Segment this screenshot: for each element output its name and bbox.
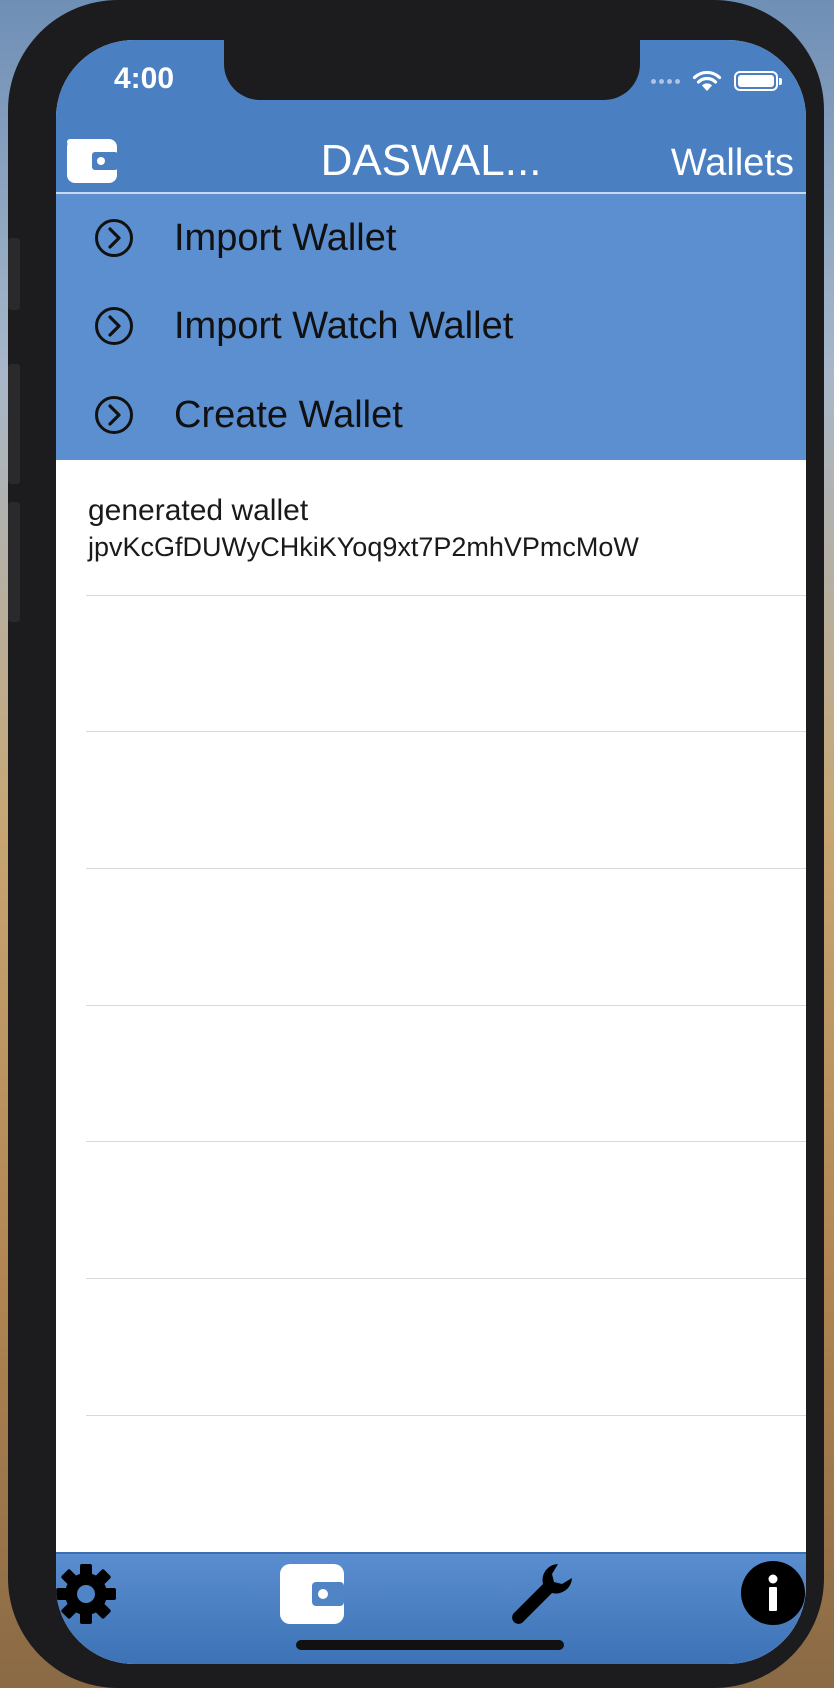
empty-row (56, 733, 806, 869)
import-watch-wallet-item[interactable]: Import Watch Wallet (56, 282, 806, 370)
status-time: 4:00 (114, 62, 175, 95)
empty-row (56, 596, 806, 732)
import-watch-wallet-label: Import Watch Wallet (174, 304, 514, 347)
import-wallet-item[interactable]: Import Wallet (56, 194, 806, 282)
wallets-button[interactable]: Wallets (671, 142, 794, 185)
tab-tools[interactable] (508, 1560, 578, 1635)
wallet-name: generated wallet (88, 494, 309, 527)
create-wallet-label: Create Wallet (174, 393, 403, 436)
device-frame: 4:00 DASWAL... Wallets Import Wallet Imp… (8, 0, 824, 1688)
home-indicator (296, 1640, 564, 1650)
chevron-right-circle-icon (95, 396, 133, 434)
navigation-bar: 4:00 DASWAL... Wallets (56, 40, 806, 194)
gear-icon (56, 1564, 116, 1624)
chevron-right-circle-icon (95, 219, 133, 257)
row-separator (86, 1141, 806, 1142)
empty-row (56, 1280, 806, 1416)
wallet-row[interactable]: generated wallet jpvKcGfDUWyCHkiKYoq9xt7… (56, 460, 806, 596)
battery-icon (734, 71, 782, 91)
row-separator (86, 1415, 806, 1416)
tab-bar-border (56, 1552, 806, 1554)
row-separator (86, 868, 806, 869)
wallet-list: generated wallet jpvKcGfDUWyCHkiKYoq9xt7… (56, 460, 806, 1552)
status-indicators (651, 70, 782, 92)
empty-row (56, 1143, 806, 1279)
tab-wallets[interactable] (278, 1562, 346, 1631)
wallet-actions-menu: Import Wallet Import Watch Wallet Create… (56, 194, 806, 460)
import-wallet-label: Import Wallet (174, 216, 397, 259)
wifi-icon (692, 70, 722, 91)
mute-switch (8, 238, 20, 310)
tab-settings[interactable] (56, 1562, 118, 1631)
wrench-icon (512, 1564, 572, 1624)
empty-row (56, 1006, 806, 1142)
empty-row (56, 870, 806, 1006)
screen: 4:00 DASWAL... Wallets Import Wallet Imp… (56, 40, 806, 1664)
volume-up-button (8, 364, 20, 484)
wallet-address: jpvKcGfDUWyCHkiKYoq9xt7P2mhVPmcMoW (88, 532, 639, 562)
row-separator (86, 731, 806, 732)
volume-down-button (8, 502, 20, 622)
info-icon (741, 1561, 805, 1625)
wallet-icon (280, 1564, 344, 1624)
create-wallet-item[interactable]: Create Wallet (56, 371, 806, 459)
chevron-right-circle-icon (95, 307, 133, 345)
notch (224, 40, 640, 100)
signal-icon (651, 78, 680, 84)
tab-info[interactable] (740, 1560, 806, 1631)
row-separator (86, 1278, 806, 1279)
